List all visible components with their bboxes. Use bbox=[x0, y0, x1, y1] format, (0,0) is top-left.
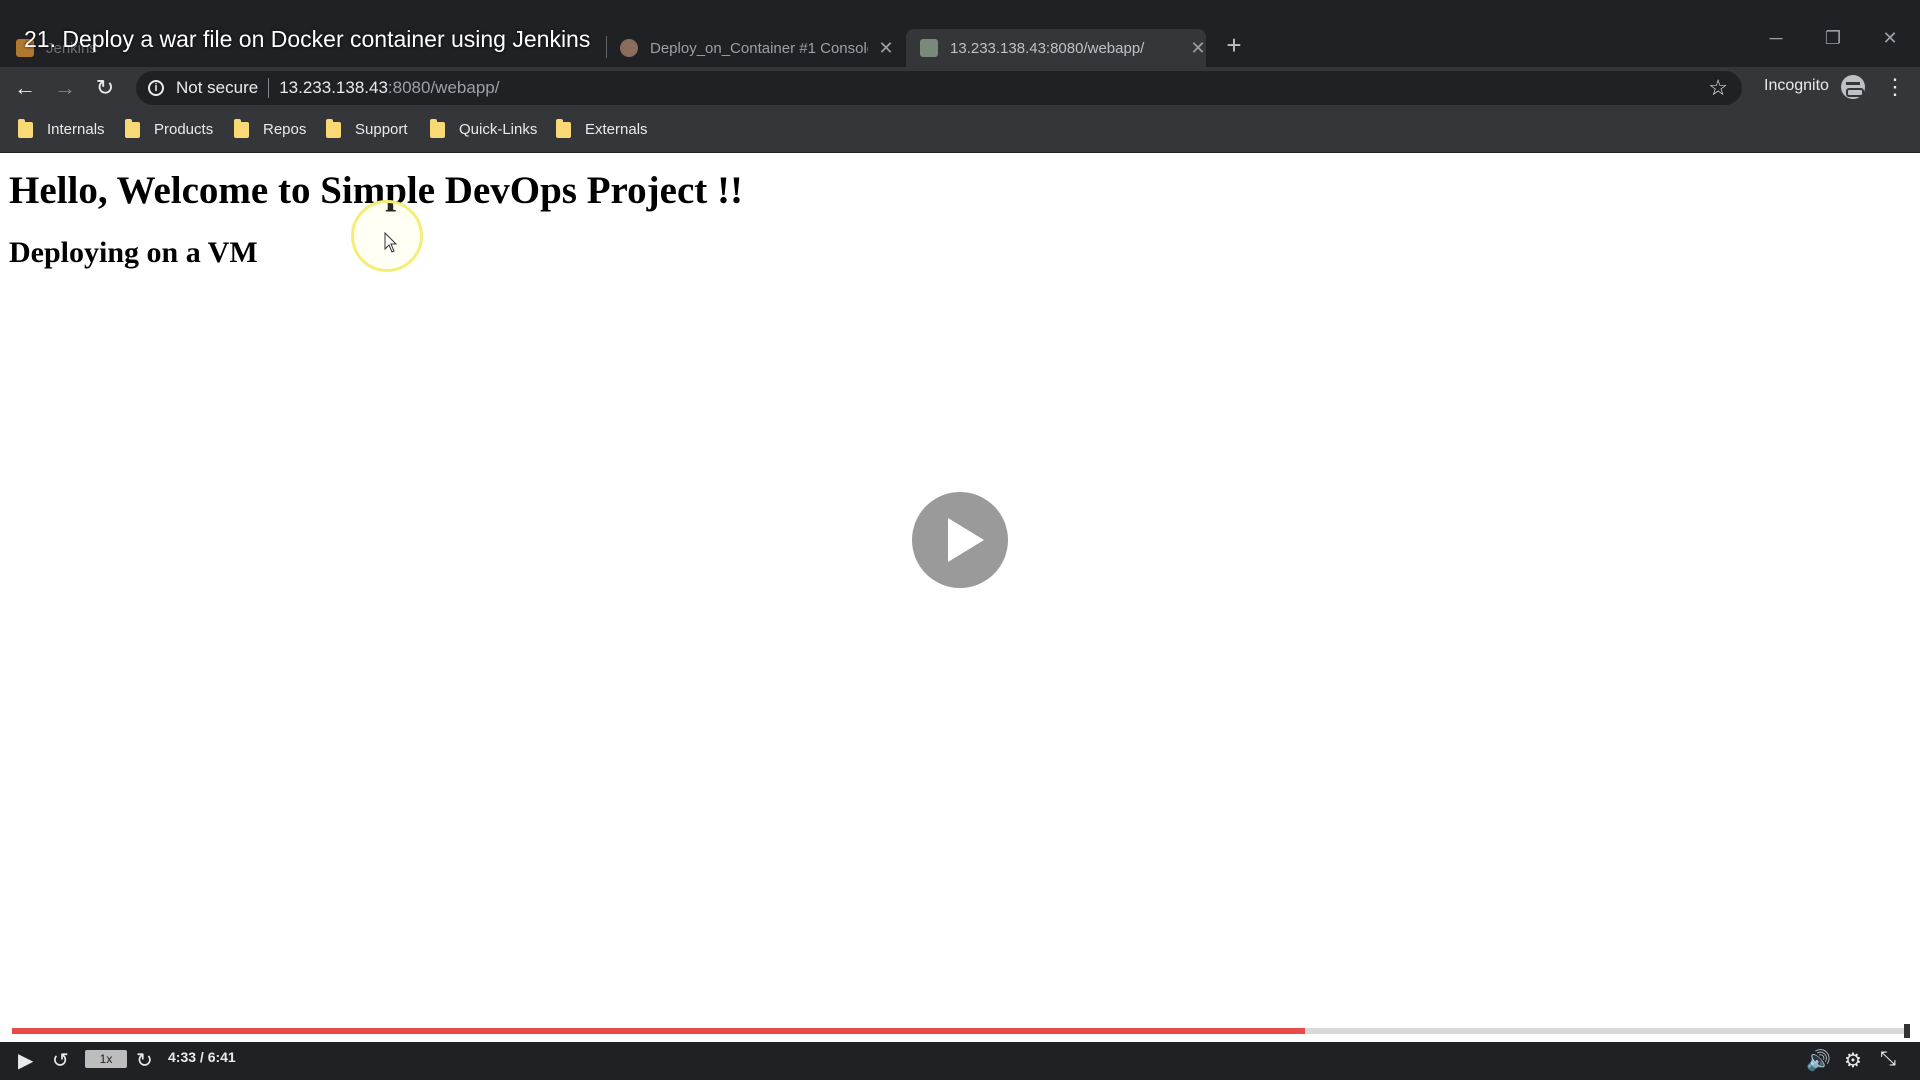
settings-icon[interactable]: ⚙ bbox=[1844, 1048, 1862, 1073]
close-window-icon[interactable]: ✕ bbox=[1878, 28, 1902, 49]
incognito-icon[interactable] bbox=[1841, 75, 1865, 99]
play-icon[interactable]: ▶ bbox=[18, 1048, 33, 1073]
bookmark-internals[interactable]: Internals bbox=[18, 118, 105, 138]
playback-speed-button[interactable]: 1x bbox=[85, 1050, 127, 1068]
folder-icon bbox=[326, 118, 341, 138]
web-page-content: Hello, Welcome to Simple DevOps Project … bbox=[0, 153, 1920, 1053]
omnibox-divider bbox=[268, 78, 270, 98]
back-icon[interactable]: ← bbox=[10, 73, 40, 103]
more-menu-icon[interactable]: ⋮ bbox=[1884, 74, 1906, 100]
bookmark-repos[interactable]: Repos bbox=[234, 118, 307, 138]
volume-icon[interactable]: 🔊 bbox=[1806, 1048, 1831, 1073]
folder-icon bbox=[234, 118, 249, 138]
bookmark-label: Quick-Links bbox=[459, 121, 538, 138]
security-label: Not secure bbox=[176, 78, 259, 97]
progress-fill bbox=[12, 1028, 1306, 1034]
bookmark-externals[interactable]: Externals bbox=[556, 118, 648, 138]
incognito-label: Incognito bbox=[1764, 77, 1829, 94]
minimize-icon[interactable]: ─ bbox=[1764, 28, 1788, 49]
bookmark-star-icon[interactable]: ☆ bbox=[1708, 75, 1728, 101]
close-icon[interactable]: ✕ bbox=[878, 38, 894, 59]
tab-webapp-active[interactable]: 13.233.138.43:8080/webapp/ ✕ bbox=[906, 29, 1206, 67]
folder-icon bbox=[125, 118, 140, 138]
tab-label: Deploy_on_Container #1 Console bbox=[650, 39, 868, 57]
bookmark-label: Repos bbox=[263, 121, 307, 138]
url-path: :8080/webapp/ bbox=[387, 78, 500, 97]
reload-icon[interactable]: ↻ bbox=[90, 73, 120, 103]
info-icon[interactable]: i bbox=[148, 80, 164, 96]
restore-icon[interactable]: ❐ bbox=[1821, 28, 1845, 49]
mouse-cursor-icon bbox=[384, 232, 398, 253]
folder-icon bbox=[430, 118, 445, 138]
bookmark-label: Support bbox=[355, 121, 408, 138]
bookmark-label: Externals bbox=[585, 121, 648, 138]
progress-bar[interactable] bbox=[12, 1028, 1908, 1034]
rewind-icon[interactable]: ↺ bbox=[52, 1048, 69, 1073]
tab-label: 13.233.138.43:8080/webapp/ bbox=[950, 39, 1145, 57]
play-overlay-button[interactable] bbox=[912, 492, 1008, 588]
page-icon bbox=[920, 39, 938, 57]
bookmark-label: Products bbox=[154, 121, 214, 138]
url-host: 13.233.138.43 bbox=[279, 78, 388, 97]
progress-end-marker bbox=[1904, 1024, 1910, 1038]
forward-skip-icon[interactable]: ↻ bbox=[136, 1048, 153, 1073]
tab-separator bbox=[606, 36, 607, 58]
exit-fullscreen-icon[interactable]: ⤡ bbox=[1880, 1048, 1896, 1071]
folder-icon bbox=[556, 118, 571, 138]
video-controls: ▶ ↺ ↻ 🔊 ⚙ ⤡ bbox=[0, 1042, 1920, 1080]
browser-tab-strip: 21. Deploy a war file on Docker containe… bbox=[0, 0, 1920, 67]
jenkins-icon bbox=[620, 39, 638, 57]
time-display: 4:33 / 6:41 bbox=[168, 1049, 236, 1065]
page-subheading: Deploying on a VM bbox=[9, 236, 258, 269]
tab-deploy-console[interactable]: Deploy_on_Container #1 Console ✕ bbox=[620, 29, 900, 67]
bookmark-quick-links[interactable]: Quick-Links bbox=[430, 118, 538, 138]
new-tab-icon[interactable]: + bbox=[1222, 30, 1246, 61]
close-icon[interactable]: ✕ bbox=[1190, 38, 1206, 59]
forward-icon[interactable]: → bbox=[50, 73, 80, 103]
bookmark-label: Internals bbox=[47, 121, 105, 138]
bookmark-support[interactable]: Support bbox=[326, 118, 408, 138]
bookmark-products[interactable]: Products bbox=[125, 118, 214, 138]
video-player: 21. Deploy a war file on Docker containe… bbox=[0, 0, 1920, 1080]
video-title: 21. Deploy a war file on Docker containe… bbox=[24, 26, 591, 52]
folder-icon bbox=[18, 118, 33, 138]
address-bar[interactable]: i Not secure 13.233.138.43:8080/webapp/ … bbox=[136, 71, 1742, 105]
bookmarks-bar: Internals Products Repos Support Quick-L… bbox=[0, 109, 1920, 153]
browser-toolbar: ← → ↻ i Not secure 13.233.138.43:8080/we… bbox=[0, 67, 1920, 109]
